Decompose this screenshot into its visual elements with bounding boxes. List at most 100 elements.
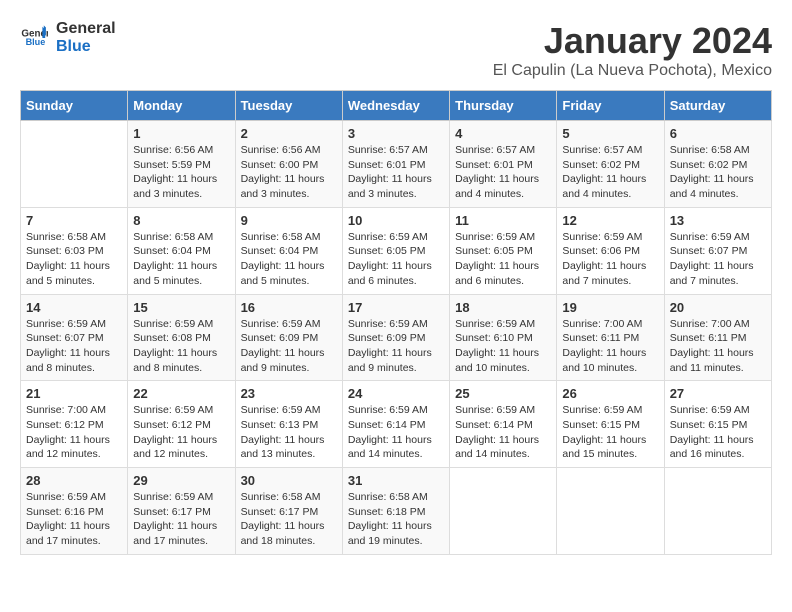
day-number: 9	[241, 213, 337, 228]
day-info: Sunrise: 6:59 AM Sunset: 6:14 PM Dayligh…	[348, 403, 444, 462]
day-number: 27	[670, 386, 766, 401]
calendar-cell: 19 Sunrise: 7:00 AM Sunset: 6:11 PM Dayl…	[557, 294, 664, 381]
sunset-text: Sunset: 6:06 PM	[562, 244, 658, 259]
day-number: 11	[455, 213, 551, 228]
calendar-cell: 29 Sunrise: 6:59 AM Sunset: 6:17 PM Dayl…	[128, 468, 235, 555]
sunrise-text: Sunrise: 6:59 AM	[562, 230, 658, 245]
day-info: Sunrise: 6:59 AM Sunset: 6:12 PM Dayligh…	[133, 403, 229, 462]
sunset-text: Sunset: 6:11 PM	[670, 331, 766, 346]
logo-general-text: General	[56, 20, 116, 38]
sunrise-text: Sunrise: 6:59 AM	[241, 403, 337, 418]
day-info: Sunrise: 6:57 AM Sunset: 6:01 PM Dayligh…	[455, 143, 551, 202]
day-number: 20	[670, 300, 766, 315]
day-number: 4	[455, 126, 551, 141]
calendar-cell: 17 Sunrise: 6:59 AM Sunset: 6:09 PM Dayl…	[342, 294, 449, 381]
day-info: Sunrise: 6:59 AM Sunset: 6:06 PM Dayligh…	[562, 230, 658, 289]
sunset-text: Sunset: 6:05 PM	[455, 244, 551, 259]
svg-text:Blue: Blue	[26, 37, 46, 47]
day-info: Sunrise: 6:59 AM Sunset: 6:05 PM Dayligh…	[348, 230, 444, 289]
day-number: 31	[348, 473, 444, 488]
sunset-text: Sunset: 6:04 PM	[133, 244, 229, 259]
day-number: 26	[562, 386, 658, 401]
daylight-text: Daylight: 11 hours and 4 minutes.	[562, 172, 658, 201]
daylight-text: Daylight: 11 hours and 9 minutes.	[348, 346, 444, 375]
sunset-text: Sunset: 6:07 PM	[26, 331, 122, 346]
day-info: Sunrise: 6:58 AM Sunset: 6:02 PM Dayligh…	[670, 143, 766, 202]
sunset-text: Sunset: 6:08 PM	[133, 331, 229, 346]
day-number: 3	[348, 126, 444, 141]
sunrise-text: Sunrise: 6:59 AM	[133, 403, 229, 418]
day-number: 23	[241, 386, 337, 401]
daylight-text: Daylight: 11 hours and 8 minutes.	[26, 346, 122, 375]
day-info: Sunrise: 7:00 AM Sunset: 6:11 PM Dayligh…	[562, 317, 658, 376]
daylight-text: Daylight: 11 hours and 17 minutes.	[133, 519, 229, 548]
header-thursday: Thursday	[450, 91, 557, 121]
sunset-text: Sunset: 6:02 PM	[562, 158, 658, 173]
calendar-cell: 15 Sunrise: 6:59 AM Sunset: 6:08 PM Dayl…	[128, 294, 235, 381]
daylight-text: Daylight: 11 hours and 12 minutes.	[133, 433, 229, 462]
day-info: Sunrise: 6:59 AM Sunset: 6:10 PM Dayligh…	[455, 317, 551, 376]
daylight-text: Daylight: 11 hours and 3 minutes.	[133, 172, 229, 201]
calendar-cell: 1 Sunrise: 6:56 AM Sunset: 5:59 PM Dayli…	[128, 121, 235, 208]
calendar-cell: 10 Sunrise: 6:59 AM Sunset: 6:05 PM Dayl…	[342, 207, 449, 294]
day-number: 15	[133, 300, 229, 315]
sunset-text: Sunset: 6:09 PM	[348, 331, 444, 346]
daylight-text: Daylight: 11 hours and 5 minutes.	[26, 259, 122, 288]
sunrise-text: Sunrise: 6:58 AM	[241, 230, 337, 245]
day-info: Sunrise: 6:59 AM Sunset: 6:09 PM Dayligh…	[241, 317, 337, 376]
sunrise-text: Sunrise: 6:56 AM	[133, 143, 229, 158]
daylight-text: Daylight: 11 hours and 4 minutes.	[670, 172, 766, 201]
sunset-text: Sunset: 6:04 PM	[241, 244, 337, 259]
calendar-table: Sunday Monday Tuesday Wednesday Thursday…	[20, 90, 772, 555]
sunrise-text: Sunrise: 6:59 AM	[348, 230, 444, 245]
calendar-week-row: 7 Sunrise: 6:58 AM Sunset: 6:03 PM Dayli…	[21, 207, 772, 294]
calendar-cell: 4 Sunrise: 6:57 AM Sunset: 6:01 PM Dayli…	[450, 121, 557, 208]
day-info: Sunrise: 6:59 AM Sunset: 6:07 PM Dayligh…	[670, 230, 766, 289]
calendar-cell: 20 Sunrise: 7:00 AM Sunset: 6:11 PM Dayl…	[664, 294, 771, 381]
day-number: 8	[133, 213, 229, 228]
day-info: Sunrise: 6:59 AM Sunset: 6:13 PM Dayligh…	[241, 403, 337, 462]
day-number: 1	[133, 126, 229, 141]
calendar-week-row: 1 Sunrise: 6:56 AM Sunset: 5:59 PM Dayli…	[21, 121, 772, 208]
calendar-cell: 26 Sunrise: 6:59 AM Sunset: 6:15 PM Dayl…	[557, 381, 664, 468]
header-friday: Friday	[557, 91, 664, 121]
day-number: 12	[562, 213, 658, 228]
day-number: 7	[26, 213, 122, 228]
sunrise-text: Sunrise: 6:58 AM	[670, 143, 766, 158]
sunrise-text: Sunrise: 6:57 AM	[348, 143, 444, 158]
calendar-cell	[21, 121, 128, 208]
day-info: Sunrise: 6:59 AM Sunset: 6:14 PM Dayligh…	[455, 403, 551, 462]
sunset-text: Sunset: 6:05 PM	[348, 244, 444, 259]
day-number: 24	[348, 386, 444, 401]
day-info: Sunrise: 6:58 AM Sunset: 6:04 PM Dayligh…	[241, 230, 337, 289]
sunrise-text: Sunrise: 6:59 AM	[455, 230, 551, 245]
calendar-cell: 27 Sunrise: 6:59 AM Sunset: 6:15 PM Dayl…	[664, 381, 771, 468]
page-header: General Blue General Blue January 2024 E…	[20, 20, 772, 80]
calendar-cell: 21 Sunrise: 7:00 AM Sunset: 6:12 PM Dayl…	[21, 381, 128, 468]
sunrise-text: Sunrise: 6:59 AM	[241, 317, 337, 332]
daylight-text: Daylight: 11 hours and 10 minutes.	[562, 346, 658, 375]
sunset-text: Sunset: 6:02 PM	[670, 158, 766, 173]
sunset-text: Sunset: 6:13 PM	[241, 418, 337, 433]
daylight-text: Daylight: 11 hours and 17 minutes.	[26, 519, 122, 548]
day-number: 14	[26, 300, 122, 315]
sunrise-text: Sunrise: 6:59 AM	[562, 403, 658, 418]
sunrise-text: Sunrise: 6:59 AM	[455, 403, 551, 418]
logo-icon: General Blue	[20, 24, 48, 52]
daylight-text: Daylight: 11 hours and 16 minutes.	[670, 433, 766, 462]
day-number: 19	[562, 300, 658, 315]
calendar-cell: 7 Sunrise: 6:58 AM Sunset: 6:03 PM Dayli…	[21, 207, 128, 294]
daylight-text: Daylight: 11 hours and 9 minutes.	[241, 346, 337, 375]
sunrise-text: Sunrise: 6:58 AM	[133, 230, 229, 245]
daylight-text: Daylight: 11 hours and 19 minutes.	[348, 519, 444, 548]
sunrise-text: Sunrise: 6:56 AM	[241, 143, 337, 158]
sunrise-text: Sunrise: 6:59 AM	[133, 317, 229, 332]
day-number: 10	[348, 213, 444, 228]
sunset-text: Sunset: 6:14 PM	[455, 418, 551, 433]
calendar-cell: 13 Sunrise: 6:59 AM Sunset: 6:07 PM Dayl…	[664, 207, 771, 294]
day-info: Sunrise: 6:58 AM Sunset: 6:18 PM Dayligh…	[348, 490, 444, 549]
sunset-text: Sunset: 6:07 PM	[670, 244, 766, 259]
daylight-text: Daylight: 11 hours and 12 minutes.	[26, 433, 122, 462]
daylight-text: Daylight: 11 hours and 5 minutes.	[133, 259, 229, 288]
daylight-text: Daylight: 11 hours and 18 minutes.	[241, 519, 337, 548]
